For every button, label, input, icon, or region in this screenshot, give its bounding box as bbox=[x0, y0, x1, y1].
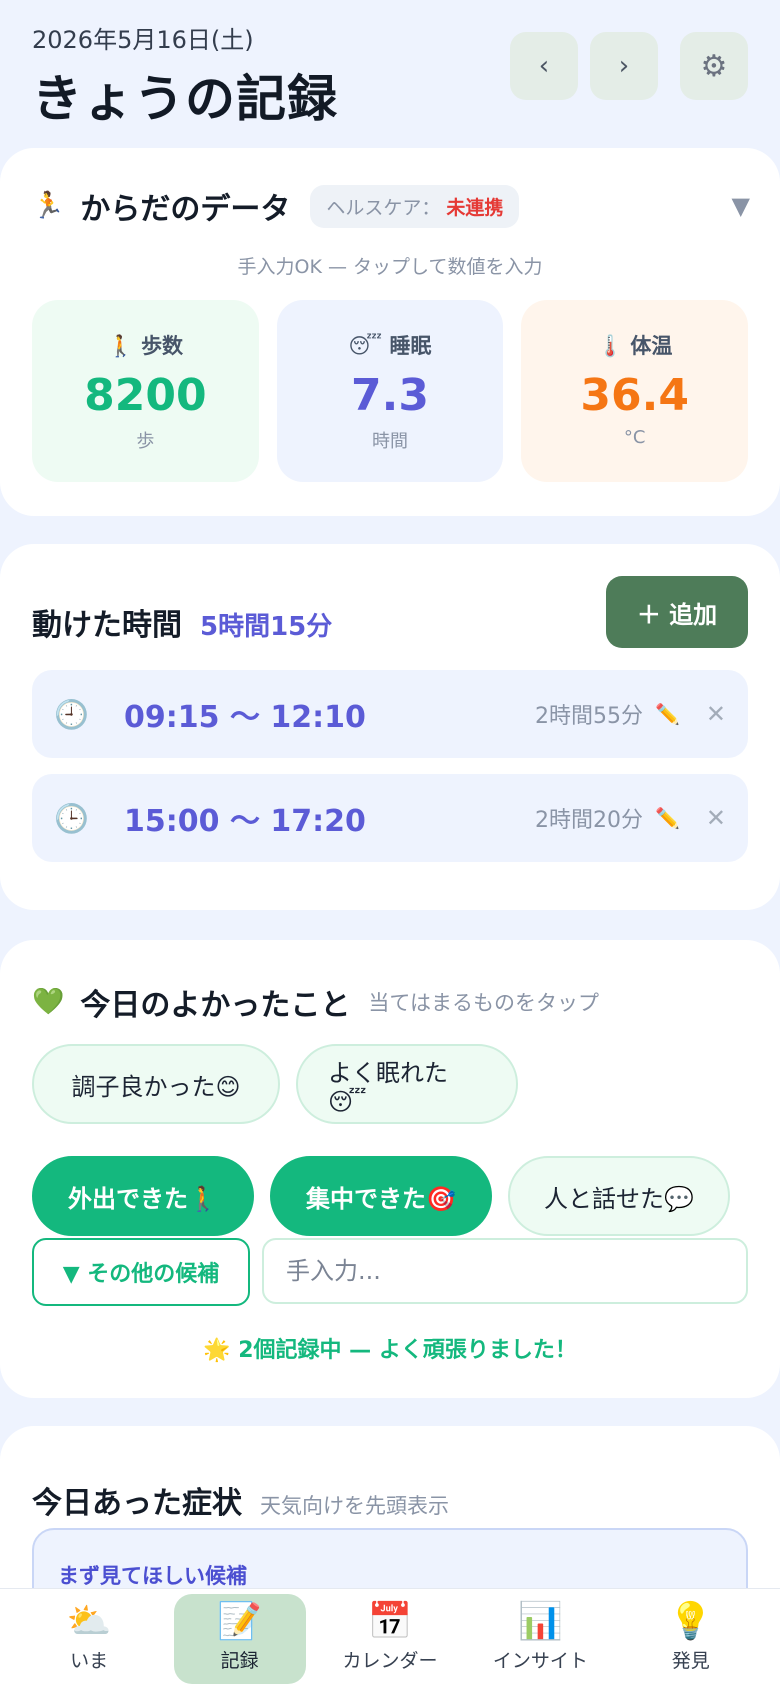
nav-record[interactable]: 📝 記録 bbox=[173, 1593, 306, 1684]
memo-icon: 📝 bbox=[217, 1601, 262, 1642]
temperature-tile[interactable]: 🌡️ 体温 36.4 °C bbox=[521, 300, 749, 482]
good-things-note: 🌟 2個記録中 — よく頑張りました！ bbox=[203, 1338, 577, 1363]
steps-label: 🚶 歩数 bbox=[107, 334, 184, 358]
chip-talked-to-people[interactable]: 人と話せた💬 bbox=[508, 1156, 730, 1236]
activity-range: 15:00 〜 17:20 bbox=[124, 804, 366, 839]
body-data-title: からだのデータ bbox=[80, 192, 291, 227]
pencil-icon[interactable]: ✏️ bbox=[655, 702, 680, 726]
nav-label: カレンダー bbox=[342, 1650, 438, 1672]
activity-duration: 2時間55分 bbox=[534, 704, 643, 729]
temperature-unit: °C bbox=[623, 427, 646, 448]
activity-range: 09:15 〜 12:10 bbox=[124, 700, 366, 735]
sleep-label: 😴 睡眠 bbox=[348, 334, 432, 358]
nav-label: いま bbox=[70, 1650, 109, 1672]
temperature-label: 🌡️ 体温 bbox=[596, 334, 673, 358]
good-things-subtitle: 当てはまるものをタップ bbox=[368, 991, 599, 1015]
chevron-left-icon: ‹ bbox=[538, 51, 550, 81]
sun-cloud-icon: ⛅ bbox=[66, 1601, 112, 1642]
activity-row[interactable]: 🕘 09:15 〜 12:10 2時間55分 ✏️ ✕ bbox=[32, 670, 748, 758]
steps-value: 8200 bbox=[84, 370, 207, 421]
next-day-button[interactable]: › bbox=[590, 32, 658, 100]
walking-icon: 🚶 bbox=[107, 334, 134, 358]
collapse-triangle-icon[interactable]: ▼ bbox=[732, 192, 750, 220]
gear-icon: ⚙ bbox=[700, 48, 728, 84]
symptoms-header: 今日あった症状 天気向けを先頭表示 bbox=[32, 1478, 449, 1522]
thermometer-icon: 🌡️ bbox=[596, 334, 624, 358]
bottom-nav: ⛅ いま 📝 記録 📅 カレンダー 📊 インサイト 💡 発見 bbox=[0, 1588, 780, 1688]
healthcare-badge: ヘルスケア： 未連携 bbox=[310, 184, 520, 228]
chip-focused[interactable]: 集中できた🎯 bbox=[270, 1156, 492, 1236]
close-icon[interactable]: ✕ bbox=[706, 804, 726, 832]
nav-label: 発見 bbox=[671, 1650, 710, 1672]
clock-icon: 🕒 bbox=[54, 801, 89, 835]
healthcare-status: 未連携 bbox=[446, 196, 504, 219]
body-data-header[interactable]: 🏃 からだのデータ ヘルスケア： 未連携 ▼ bbox=[32, 184, 750, 228]
nav-discover[interactable]: 💡 発見 bbox=[625, 1594, 757, 1684]
prev-day-button[interactable]: ‹ bbox=[510, 32, 578, 100]
healthcare-label: ヘルスケア： bbox=[326, 196, 441, 219]
symptoms-subtitle: 天気向けを先頭表示 bbox=[260, 1494, 449, 1518]
activity-card: 動けた時間 5時間15分 ＋ 追加 🕘 09:15 〜 12:10 2時間55分… bbox=[0, 544, 780, 910]
nav-insight[interactable]: 📊 インサイト bbox=[474, 1594, 606, 1684]
nav-label: 記録 bbox=[220, 1650, 259, 1672]
free-input[interactable] bbox=[262, 1238, 748, 1304]
more-row: ▼ その他の候補 bbox=[32, 1238, 748, 1306]
header-buttons: ‹ › ⚙ bbox=[510, 32, 748, 100]
nav-label: インサイト bbox=[492, 1650, 588, 1672]
activity-header: 動けた時間 5時間15分 bbox=[32, 600, 332, 644]
nav-calendar[interactable]: 📅 カレンダー bbox=[324, 1594, 456, 1684]
activity-row[interactable]: 🕒 15:00 〜 17:20 2時間20分 ✏️ ✕ bbox=[32, 774, 748, 862]
pencil-icon[interactable]: ✏️ bbox=[655, 806, 680, 830]
good-things-title: 今日のよかったこと bbox=[80, 988, 351, 1023]
suggestion-label: まず見てほしい候補 bbox=[58, 1564, 247, 1588]
good-things-card: 💚 今日のよかったこと 当てはまるものをタップ 調子良かった😊 よく眠れた😴 外… bbox=[0, 940, 780, 1398]
activity-total: 5時間15分 bbox=[200, 612, 333, 642]
lightbulb-icon: 💡 bbox=[668, 1601, 714, 1642]
steps-tile[interactable]: 🚶 歩数 8200 歩 bbox=[32, 300, 259, 482]
sleep-tile[interactable]: 😴 睡眠 7.3 時間 bbox=[276, 300, 504, 482]
steps-unit: 歩 bbox=[136, 431, 155, 452]
sleeping-face-icon: 😴 bbox=[348, 334, 383, 358]
temperature-value: 36.4 bbox=[580, 370, 689, 421]
runner-icon: 🏃 bbox=[32, 191, 65, 221]
bar-chart-icon: 📊 bbox=[517, 1601, 563, 1642]
more-candidates-button[interactable]: ▼ その他の候補 bbox=[32, 1238, 250, 1306]
chip-slept-well[interactable]: よく眠れた😴 bbox=[296, 1044, 518, 1124]
settings-button[interactable]: ⚙ bbox=[680, 32, 748, 100]
symptoms-title: 今日あった症状 bbox=[32, 1486, 242, 1521]
chip-went-out[interactable]: 外出できた🚶 bbox=[32, 1156, 254, 1236]
add-activity-button[interactable]: ＋ 追加 bbox=[606, 576, 748, 648]
green-heart-icon: 💚 bbox=[32, 987, 65, 1017]
body-data-hint: 手入力OK — タップして数値を入力 bbox=[237, 256, 543, 278]
good-things-chips: 調子良かった😊 よく眠れた😴 外出できた🚶 集中できた🎯 人と話せた💬 bbox=[32, 1044, 748, 1236]
calendar-icon: 📅 bbox=[367, 1601, 413, 1642]
sleep-unit: 時間 bbox=[372, 431, 408, 452]
nav-now[interactable]: ⛅ いま bbox=[23, 1594, 155, 1684]
activity-duration: 2時間20分 bbox=[534, 808, 643, 833]
chevron-right-icon: › bbox=[618, 51, 630, 81]
activity-title: 動けた時間 bbox=[32, 608, 182, 643]
metrics-row: 🚶 歩数 8200 歩 😴 睡眠 7.3 時間 🌡️ 体温 36.4 °C bbox=[32, 300, 749, 482]
header: 2026年5月16日(土) きょうの記録 ‹ › ⚙ bbox=[32, 14, 748, 128]
clock-icon: 🕘 bbox=[54, 697, 89, 731]
body-data-card: 🏃 からだのデータ ヘルスケア： 未連携 ▼ 手入力OK — タップして数値を入力… bbox=[0, 148, 780, 516]
good-things-header: 💚 今日のよかったこと 当てはまるものをタップ bbox=[32, 980, 599, 1024]
close-icon[interactable]: ✕ bbox=[706, 700, 726, 728]
chip-good-condition[interactable]: 調子良かった😊 bbox=[32, 1044, 280, 1124]
sleep-value: 7.3 bbox=[351, 370, 429, 421]
